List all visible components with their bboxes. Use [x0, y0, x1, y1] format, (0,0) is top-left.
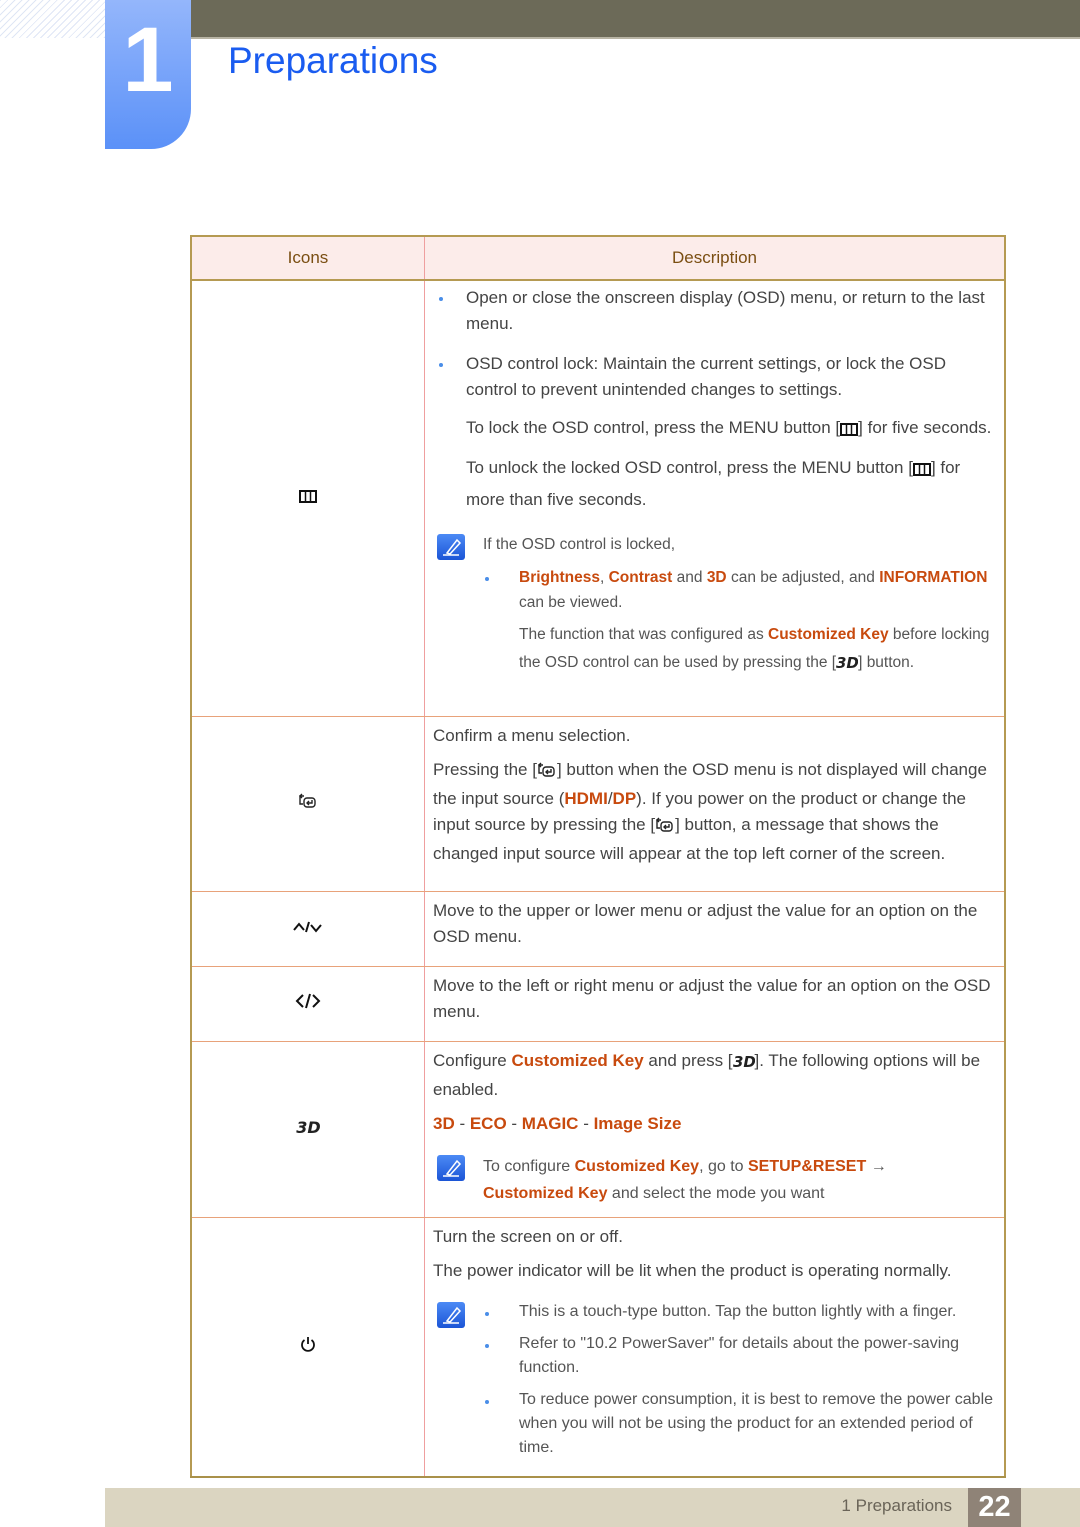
list-item: OSD control lock: Maintain the current s…: [433, 351, 996, 403]
note-intro: If the OSD control is locked,: [483, 536, 676, 553]
list-item: Refer to "10.2 PowerSaver" for details a…: [483, 1332, 996, 1380]
3d-icon: [836, 652, 859, 680]
note-osd-locked: If the OSD control is locked, Brightness…: [433, 532, 996, 680]
page-footer: 1 Preparations: [105, 1488, 1080, 1527]
icons-table: Icons Description Open or close the onsc…: [190, 235, 1006, 1478]
power-description: Turn the screen on or off.: [433, 1226, 623, 1246]
customized-key-options: 3D - ECO - MAGIC - Image Size: [433, 1113, 682, 1133]
confirm-text: Confirm a menu selection.: [433, 725, 631, 745]
header-hatch-decoration: [0, 0, 106, 38]
source-icon: [298, 793, 318, 813]
column-header-description: Description: [424, 235, 1006, 281]
chapter-number: 1: [122, 9, 174, 111]
unlock-instructions: To unlock the locked OSD control, press …: [466, 456, 961, 509]
chapter-title: Preparations: [228, 40, 438, 81]
source-description: Pressing the [] button when the OSD menu…: [433, 759, 987, 863]
menu-icon: [299, 488, 317, 507]
up-down-icon: [292, 919, 324, 938]
note-configure-key: To configure Customized Key, go to SETUP…: [433, 1153, 996, 1207]
source-icon: [537, 760, 557, 786]
power-indicator-text: The power indicator will be lit when the…: [433, 1260, 952, 1280]
note-function-text: The function that was configured as Cust…: [483, 621, 996, 680]
list-item: This is a touch-type button. Tap the but…: [483, 1300, 996, 1324]
column-header-icons: Icons: [190, 235, 425, 281]
chapter-badge: 1: [105, 0, 191, 149]
table-row-menu: Open or close the onscreen display (OSD)…: [190, 280, 1006, 717]
table-row-source: Confirm a menu selection. Pressing the […: [190, 716, 1006, 892]
table-row-up-down: Move to the upper or lower menu or adjus…: [190, 891, 1006, 967]
customized-key-description: Configure Customized Key and press []. T…: [433, 1050, 981, 1099]
table-row-left-right: Move to the left or right menu or adjust…: [190, 966, 1006, 1042]
power-icon: [300, 1337, 316, 1356]
3d-icon: [732, 1051, 756, 1077]
footer-section-title: 1 Preparations: [841, 1496, 952, 1515]
left-right-icon: [295, 993, 321, 1013]
left-right-description: Move to the left or right menu or adjust…: [433, 975, 991, 1021]
note-icon: [437, 534, 465, 560]
page-number: 22: [968, 1488, 1021, 1527]
up-down-description: Move to the upper or lower menu or adjus…: [433, 900, 978, 946]
list-item: Open or close the onscreen display (OSD)…: [433, 285, 996, 337]
menu-icon: [840, 416, 859, 445]
table-row-3d: Configure Customized Key and press []. T…: [190, 1041, 1006, 1218]
list-item: Brightness, Contrast and 3D can be adjus…: [483, 565, 996, 615]
3d-icon: [296, 1117, 321, 1139]
table-row-power: Turn the screen on or off. The power ind…: [190, 1217, 1006, 1478]
note-icon: [437, 1154, 465, 1181]
menu-icon: [912, 456, 931, 485]
note-power: This is a touch-type button. Tap the but…: [433, 1300, 996, 1460]
list-item: To reduce power consumption, it is best …: [483, 1388, 996, 1460]
source-icon: [655, 815, 675, 841]
lock-instructions: To lock the OSD control, press the MENU …: [433, 413, 996, 445]
note-icon: [437, 1301, 465, 1328]
header-bar: [190, 0, 1080, 39]
